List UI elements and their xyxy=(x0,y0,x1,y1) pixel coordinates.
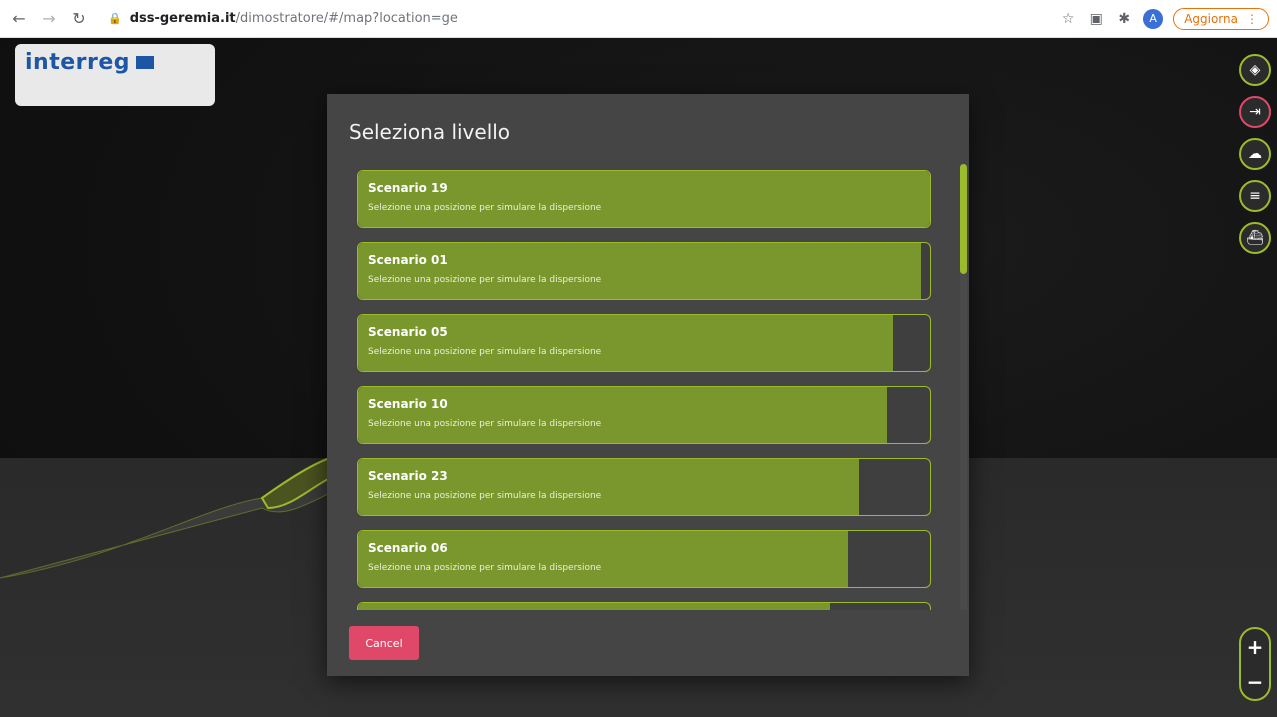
item-progress-fill xyxy=(358,315,893,371)
update-label: Aggiorna xyxy=(1184,11,1238,26)
item-subtitle: Selezione una posizione per simulare la … xyxy=(368,347,602,357)
url-path: /dimostratore/#/map?location=ge xyxy=(235,11,458,26)
list-item[interactable]: Scenario 19 Selezione una posizione per … xyxy=(357,170,931,228)
forward-icon[interactable]: → xyxy=(38,8,60,30)
item-subtitle: Selezione una posizione per simulare la … xyxy=(368,275,602,285)
list-scrollbar[interactable] xyxy=(960,164,967,610)
weather-icon[interactable]: ☁ xyxy=(1239,138,1271,170)
item-subtitle: Selezione una posizione per simulare la … xyxy=(368,419,602,429)
item-progress-fill xyxy=(358,459,859,515)
lock-icon: 🔒 xyxy=(108,12,122,25)
list-item[interactable] xyxy=(357,602,931,610)
item-title: Scenario 19 xyxy=(368,181,448,195)
update-button[interactable]: Aggiorna ⋮ xyxy=(1173,7,1269,30)
item-title: Scenario 05 xyxy=(368,325,448,339)
select-layer-dialog: Seleziona livello Scenario 19 Selezione … xyxy=(327,94,969,676)
scenario-list[interactable]: Scenario 19 Selezione una posizione per … xyxy=(357,170,931,610)
cancel-button[interactable]: Cancel xyxy=(349,626,419,660)
list-item[interactable]: Scenario 06 Selezione una posizione per … xyxy=(357,530,931,588)
zoom-control: + − xyxy=(1239,627,1271,701)
item-progress-fill xyxy=(358,531,849,587)
item-subtitle: Selezione una posizione per simulare la … xyxy=(368,563,602,573)
item-title: Scenario 10 xyxy=(368,397,448,411)
list-item[interactable]: Scenario 01 Selezione una posizione per … xyxy=(357,242,931,300)
browser-toolbar: ← → ↻ 🔒 dss-geremia.it /dimostratore/#/m… xyxy=(0,0,1277,38)
logo-brand: interreg xyxy=(25,50,131,75)
interreg-logo: interreg xyxy=(15,44,215,106)
list-item[interactable]: Scenario 23 Selezione una posizione per … xyxy=(357,458,931,516)
item-progress-fill xyxy=(358,387,888,443)
back-icon[interactable]: ← xyxy=(8,8,30,30)
drop-list-icon[interactable]: ≡ xyxy=(1239,180,1271,212)
star-icon[interactable]: ☆ xyxy=(1059,10,1077,28)
profile-avatar[interactable]: A xyxy=(1143,8,1164,29)
item-progress-fill xyxy=(358,171,930,227)
url-host: dss-geremia.it xyxy=(129,11,236,26)
item-title: Scenario 01 xyxy=(368,253,448,267)
item-subtitle: Selezione una posizione per simulare la … xyxy=(368,491,602,501)
map-tools: ◈ ⇥ ☁ ≡ ⛴ xyxy=(1239,54,1271,254)
reload-icon[interactable]: ↻ xyxy=(68,8,90,30)
extension-icon[interactable]: ▣ xyxy=(1087,10,1105,28)
vessel-icon[interactable]: ⛴ xyxy=(1239,222,1271,254)
zoom-out-button[interactable]: − xyxy=(1247,670,1264,694)
list-item[interactable]: Scenario 10 Selezione una posizione per … xyxy=(357,386,931,444)
layers-icon[interactable]: ◈ xyxy=(1239,54,1271,86)
list-item[interactable]: Scenario 05 Selezione una posizione per … xyxy=(357,314,931,372)
scrollbar-thumb[interactable] xyxy=(960,164,967,274)
item-title: Scenario 06 xyxy=(368,541,448,555)
item-progress-fill xyxy=(358,243,922,299)
menu-dots-icon: ⋮ xyxy=(1246,11,1258,26)
item-progress-fill xyxy=(358,603,830,610)
zoom-in-button[interactable]: + xyxy=(1247,635,1264,659)
puzzle-icon[interactable]: ✱ xyxy=(1115,10,1133,28)
item-title: Scenario 23 xyxy=(368,469,448,483)
dialog-title: Seleziona livello xyxy=(349,120,511,144)
address-bar[interactable]: 🔒 dss-geremia.it /dimostratore/#/map?loc… xyxy=(98,5,1050,32)
logout-icon[interactable]: ⇥ xyxy=(1239,96,1271,128)
item-subtitle: Selezione una posizione per simulare la … xyxy=(368,203,602,213)
eu-flag-icon xyxy=(136,56,155,69)
